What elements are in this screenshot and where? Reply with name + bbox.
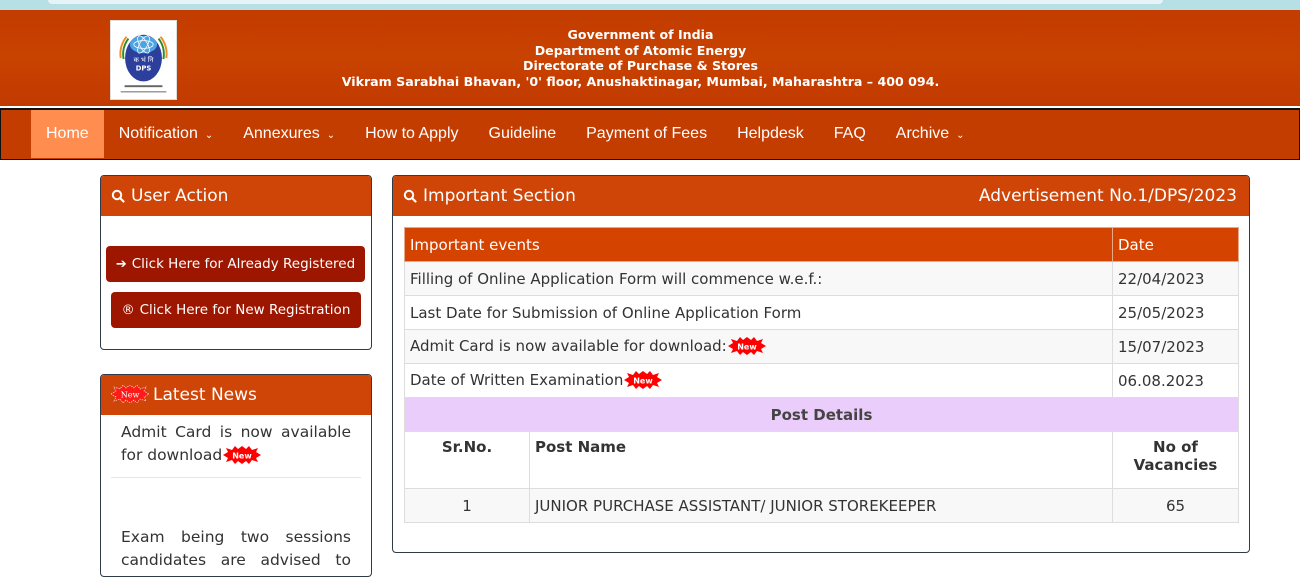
site-header: क भं नि DPS Government of India Departme… xyxy=(0,10,1300,107)
event-text: Last Date for Submission of Online Appli… xyxy=(410,303,802,322)
nav-home-label: Home xyxy=(46,125,89,142)
user-action-title: User Action xyxy=(131,186,229,206)
new-burst-icon: New xyxy=(111,385,149,403)
search-icon xyxy=(403,189,417,203)
post-vacancies: 65 xyxy=(1112,488,1239,523)
event-date: 25/05/2023 xyxy=(1112,295,1239,330)
news-item[interactable]: Admit Card is now available for download… xyxy=(121,421,351,467)
event-name[interactable]: Admit Card is now available for download… xyxy=(404,329,1113,364)
chevron-down-icon: ⌄ xyxy=(956,129,965,141)
top-strip-bar xyxy=(48,0,1163,4)
news-list: Admit Card is now available for download… xyxy=(101,415,371,572)
nav-archive[interactable]: Archive ⌄ xyxy=(881,110,980,158)
main-navbar: Home Notification ⌄ Annexures ⌄ How to App… xyxy=(0,108,1300,160)
new-badge-icon: New xyxy=(223,445,262,464)
event-date: 06.08.2023 xyxy=(1112,363,1239,398)
important-section-header: Important Section Advertisement No.1/DPS… xyxy=(393,176,1249,216)
search-icon xyxy=(111,189,125,203)
user-action-header: User Action xyxy=(101,176,371,216)
table-row: Filling of Online Application Form will … xyxy=(404,261,1239,296)
nav-annexures-label: Annexures xyxy=(243,125,320,142)
nav-guideline-label: Guideline xyxy=(488,125,557,142)
important-section-title: Important Section xyxy=(423,186,576,206)
nav-helpdesk[interactable]: Helpdesk xyxy=(722,110,819,158)
nav-payment-label: Payment of Fees xyxy=(586,125,708,142)
posts-col-sr: Sr.No. xyxy=(404,431,530,489)
chevron-down-icon: ⌄ xyxy=(326,129,336,141)
posts-header-row: Sr.No. Post Name No of Vacancies xyxy=(404,431,1239,489)
already-registered-label: Click Here for Already Registered xyxy=(131,256,356,272)
post-sr: 1 xyxy=(404,488,530,523)
svg-text:New: New xyxy=(634,376,654,385)
table-row: 1 JUNIOR PURCHASE ASSISTANT/ JUNIOR STOR… xyxy=(404,488,1239,523)
important-events-table: Important events Date Filling of Online … xyxy=(404,227,1239,432)
new-badge-icon: New xyxy=(727,336,766,355)
nav-archive-label: Archive xyxy=(895,125,950,142)
nav-home[interactable]: Home xyxy=(31,110,104,158)
svg-text:New: New xyxy=(737,342,757,351)
important-section-panel: Important Section Advertisement No.1/DPS… xyxy=(392,175,1250,553)
header-line-government: Government of India xyxy=(567,27,714,42)
user-action-panel: User Action ➔ Click Here for Already Reg… xyxy=(100,175,372,350)
nav-faq-label: FAQ xyxy=(833,125,866,142)
registered-icon: ® xyxy=(121,302,135,318)
event-text: Date of Written Examination xyxy=(410,371,624,390)
new-registration-button[interactable]: ® Click Here for New Registration xyxy=(111,292,361,328)
header-line-directorate: Directorate of Purchase & Stores xyxy=(523,58,758,73)
nav-how-to-apply[interactable]: How to Apply xyxy=(350,110,473,158)
event-name[interactable]: Date of Written Examination New xyxy=(404,363,1113,398)
nav-annexures[interactable]: Annexures ⌄ xyxy=(228,110,350,158)
nav-guideline[interactable]: Guideline xyxy=(474,110,572,158)
event-text: Filling of Online Application Form will … xyxy=(410,269,823,288)
nav-notification[interactable]: Notification ⌄ xyxy=(104,110,229,158)
header-line-address: Vikram Sarabhai Bhavan, '0' floor, Anush… xyxy=(341,73,940,89)
advertisement-number: Advertisement No.1/DPS/2023 xyxy=(978,186,1237,206)
latest-news-title: Latest News xyxy=(153,385,257,405)
important-section-title-wrap: Important Section xyxy=(403,186,576,206)
nav-faq[interactable]: FAQ xyxy=(819,110,881,158)
svg-text:New: New xyxy=(121,391,140,400)
posts-col-vacancies: No of Vacancies xyxy=(1112,431,1239,489)
post-details-table: Sr.No. Post Name No of Vacancies 1 JUNIO… xyxy=(404,431,1239,523)
event-date: 15/07/2023 xyxy=(1112,329,1239,364)
news-item-text: Exam being two sessions candidates are a… xyxy=(121,528,351,569)
svg-text:New: New xyxy=(232,451,252,460)
post-details-label: Post Details xyxy=(404,397,1239,432)
event-name: Last Date for Submission of Online Appli… xyxy=(404,295,1113,330)
event-date: 22/04/2023 xyxy=(1112,261,1239,296)
header-address: Government of India Department of Atomic… xyxy=(0,27,1281,89)
news-item[interactable]: Exam being two sessions candidates are a… xyxy=(121,526,351,572)
header-line-department: Department of Atomic Energy xyxy=(534,42,747,58)
browser-top-strip xyxy=(0,0,1300,10)
nav-notification-label: Notification xyxy=(118,125,198,142)
nav-payment-of-fees[interactable]: Payment of Fees xyxy=(571,110,722,158)
post-name: JUNIOR PURCHASE ASSISTANT/ JUNIOR STOREK… xyxy=(529,488,1113,523)
news-divider xyxy=(111,477,361,478)
event-text: Admit Card is now available for download… xyxy=(410,337,727,356)
new-badge-icon: New xyxy=(624,370,663,389)
chevron-down-icon: ⌄ xyxy=(204,129,214,141)
sign-in-icon: ➔ xyxy=(115,256,127,272)
nav-how-to-apply-label: How to Apply xyxy=(365,125,459,142)
already-registered-button[interactable]: ➔ Click Here for Already Registered xyxy=(106,246,365,282)
latest-news-header: New Latest News xyxy=(101,375,371,415)
table-row[interactable]: Date of Written Examination New 06.08.202… xyxy=(404,363,1239,398)
events-col-date: Date xyxy=(1112,227,1239,262)
table-row[interactable]: Admit Card is now available for download… xyxy=(404,329,1239,364)
nav-items: Home Notification ⌄ Annexures ⌄ How to App… xyxy=(31,110,980,159)
events-header-row: Important events Date xyxy=(404,227,1239,262)
latest-news-panel: New Latest News Admit Card is now availa… xyxy=(100,374,372,577)
table-row: Last Date for Submission of Online Appli… xyxy=(404,295,1239,330)
posts-col-name: Post Name xyxy=(529,431,1113,489)
events-col-event: Important events xyxy=(404,227,1113,262)
new-registration-label: Click Here for New Registration xyxy=(139,302,351,318)
nav-helpdesk-label: Helpdesk xyxy=(737,125,804,142)
post-details-row: Post Details xyxy=(404,397,1239,432)
event-name: Filling of Online Application Form will … xyxy=(404,261,1113,296)
